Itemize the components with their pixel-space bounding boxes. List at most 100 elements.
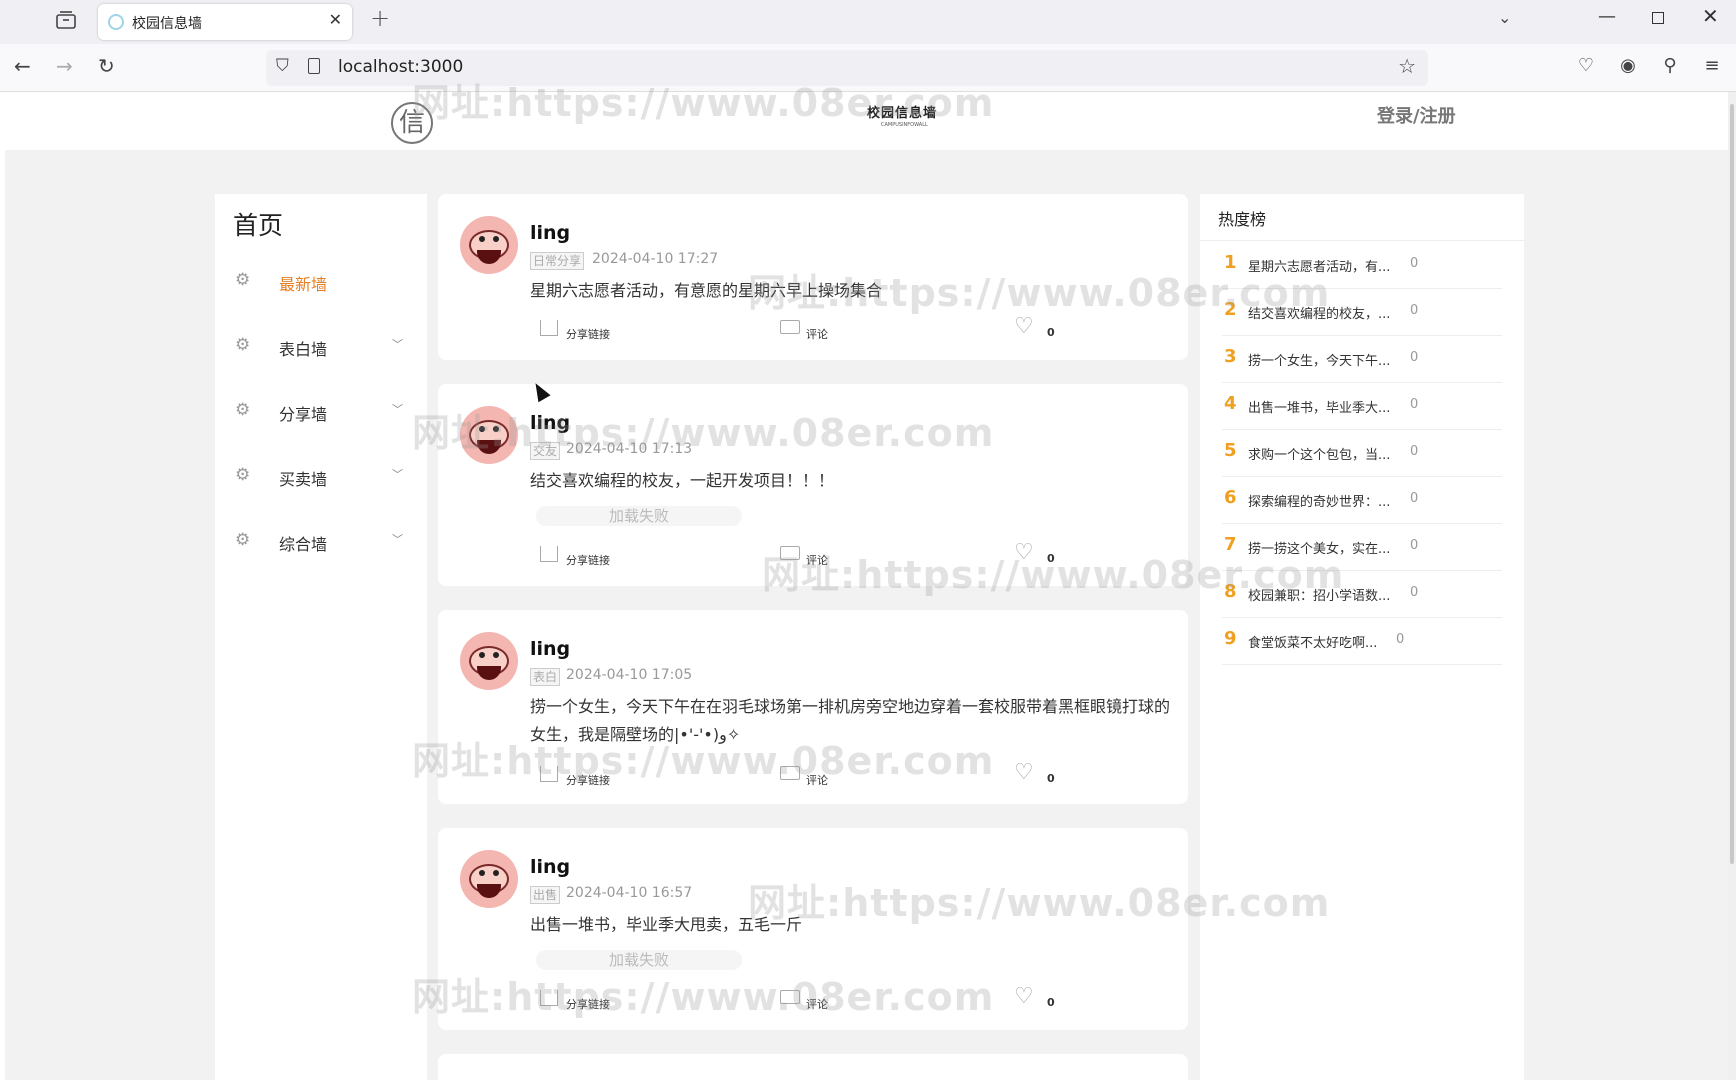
pocket-icon[interactable]: ♡ [1576,56,1596,76]
sidebar-item-label: 分享墙 [279,405,328,424]
gear-icon: ⚙ [235,270,251,290]
hot-rank: 5 [1224,440,1237,461]
tab-list-icon[interactable] [54,10,78,32]
login-register-link[interactable]: 登录/注册 [1377,102,1456,128]
hot-rank: 4 [1224,393,1237,414]
comment-label: 评论 [806,554,828,567]
hot-count: 0 [1410,397,1419,412]
sidebar-item-trade[interactable]: ⚙ 买卖墙 ﹀ [215,457,427,497]
scroll-thumb[interactable] [1730,104,1734,864]
like-button[interactable]: ♡ 0 [1014,540,1064,566]
hot-item[interactable]: 5 求购一个这个包包，当... 0 [1222,430,1502,477]
hot-item[interactable]: 1 星期六志愿者活动，有... 0 [1222,242,1502,289]
comment-icon [780,990,800,1004]
post-card[interactable]: ling 表白 2024-04-10 17:05 捞一个女生，今天下午在在羽毛球… [438,610,1188,804]
share-label: 分享链接 [566,328,610,341]
post-card[interactable]: ling 交友 2024-04-10 17:13 结交喜欢编程的校友，一起开发项… [438,384,1188,586]
extensions-icon[interactable]: ⚲ [1660,56,1680,76]
comment-button[interactable]: 评论 [780,766,860,787]
like-count: 0 [1047,772,1055,785]
post-username[interactable]: ling [530,638,570,660]
sidebar-item-label: 表白墙 [279,340,328,359]
post-username[interactable]: ling [530,222,570,244]
post-content: 出售一堆书，毕业季大甩卖，五毛一斤 [530,915,803,934]
url-bar[interactable]: ⛉ localhost:3000 ☆ [266,50,1428,86]
like-button[interactable]: ♡ 0 [1014,984,1064,1010]
bookmark-star-icon[interactable]: ☆ [1398,54,1416,78]
forward-icon[interactable]: → [56,54,73,78]
post-username[interactable]: ling [530,412,570,434]
shield-icon[interactable]: ⛉ [276,56,289,76]
hot-count: 0 [1410,350,1419,365]
share-icon [540,546,558,562]
avatar[interactable] [460,216,518,274]
hot-item[interactable]: 6 探索编程的奇妙世界：... 0 [1222,477,1502,524]
url-text[interactable]: localhost:3000 [338,57,463,77]
share-link-button[interactable]: 分享链接 [540,766,640,787]
hot-item[interactable]: 4 出售一堆书，毕业季大... 0 [1222,383,1502,430]
sidebar-item-latest[interactable]: ⚙ 最新墙 [215,262,427,302]
hot-rank: 6 [1224,487,1237,508]
like-count: 0 [1047,326,1055,339]
comment-button[interactable]: 评论 [780,546,860,567]
hot-text: 结交喜欢编程的校友，... [1248,307,1391,322]
hot-count: 0 [1396,632,1405,647]
hot-item[interactable]: 9 食堂饭菜不太好吃啊... 0 [1222,618,1502,665]
avatar[interactable] [460,632,518,690]
sidebar-item-share[interactable]: ⚙ 分享墙 ﹀ [215,392,427,432]
share-link-button[interactable]: 分享链接 [540,320,640,341]
close-tab-icon[interactable]: ✕ [329,10,342,29]
share-link-button[interactable]: 分享链接 [540,546,640,567]
post-card[interactable]: ling 出售 2024-04-10 16:57 出售一堆书，毕业季大甩卖，五毛… [438,828,1188,1030]
menu-icon[interactable]: ≡ [1702,56,1722,76]
new-tab-button[interactable]: + [370,4,390,32]
heart-icon: ♡ [1014,984,1034,1009]
gear-icon: ⚙ [235,400,251,420]
post-card[interactable] [438,1054,1188,1080]
hot-item[interactable]: 8 校园兼职：招小学语数... 0 [1222,571,1502,618]
comment-label: 评论 [806,774,828,787]
maximize-icon[interactable] [1652,12,1664,24]
hot-text: 食堂饭菜不太好吃啊... [1248,636,1378,651]
post-username[interactable]: ling [530,856,570,878]
post-content: 捞一个女生，今天下午在在羽毛球场第一排机房旁空地边穿着一套校服带着黑框眼镜打球的… [530,697,1171,744]
sidebar-item-label: 综合墙 [279,535,328,554]
post-time: 2024-04-10 16:57 [566,885,693,901]
hot-rank: 7 [1224,534,1237,555]
like-button[interactable]: ♡ 0 [1014,760,1064,786]
post-card[interactable]: ling 日常分享 2024-04-10 17:27 星期六志愿者活动，有意愿的… [438,194,1188,360]
hot-item[interactable]: 2 结交喜欢编程的校友，... 0 [1222,289,1502,336]
hot-item[interactable]: 7 捞一捞这个美女，实在... 0 [1222,524,1502,571]
post-tag: 交友 [530,442,561,460]
back-icon[interactable]: ← [14,54,31,78]
share-link-button[interactable]: 分享链接 [540,990,640,1011]
comment-label: 评论 [806,998,828,1011]
heart-icon: ♡ [1014,314,1034,339]
post-tag: 出售 [530,886,561,904]
window-close-icon[interactable]: ✕ [1702,4,1719,28]
post-tag: 日常分享 [530,252,585,270]
hot-count: 0 [1410,303,1419,318]
hot-ranking-title: 热度榜 [1218,210,1267,229]
post-content: 结交喜欢编程的校友，一起开发项目！！！ [530,471,835,490]
reload-icon[interactable]: ↻ [98,54,115,78]
comment-button[interactable]: 评论 [780,320,860,341]
site-logo[interactable]: 信 [391,102,433,144]
account-icon[interactable]: ◉ [1618,56,1638,76]
minimize-icon[interactable]: — [1598,6,1616,27]
browser-tab-active[interactable]: 校园信息墙 ✕ [98,4,352,40]
share-icon [540,990,558,1006]
like-button[interactable]: ♡ 0 [1014,314,1064,340]
comment-icon [780,546,800,560]
page-scrollbar[interactable] [1728,92,1736,1080]
chevron-down-icon[interactable]: ⌄ [1498,8,1511,27]
hot-count: 0 [1410,256,1419,271]
avatar[interactable] [460,850,518,908]
sidebar-item-general[interactable]: ⚙ 综合墙 ﹀ [215,522,427,562]
avatar[interactable] [460,406,518,464]
sidebar-item-label: 最新墙 [279,275,328,294]
post-time: 2024-04-10 17:13 [566,441,693,457]
hot-item[interactable]: 3 捞一个女生，今天下午... 0 [1222,336,1502,383]
comment-button[interactable]: 评论 [780,990,860,1011]
sidebar-item-confession[interactable]: ⚙ 表白墙 ﹀ [215,327,427,367]
